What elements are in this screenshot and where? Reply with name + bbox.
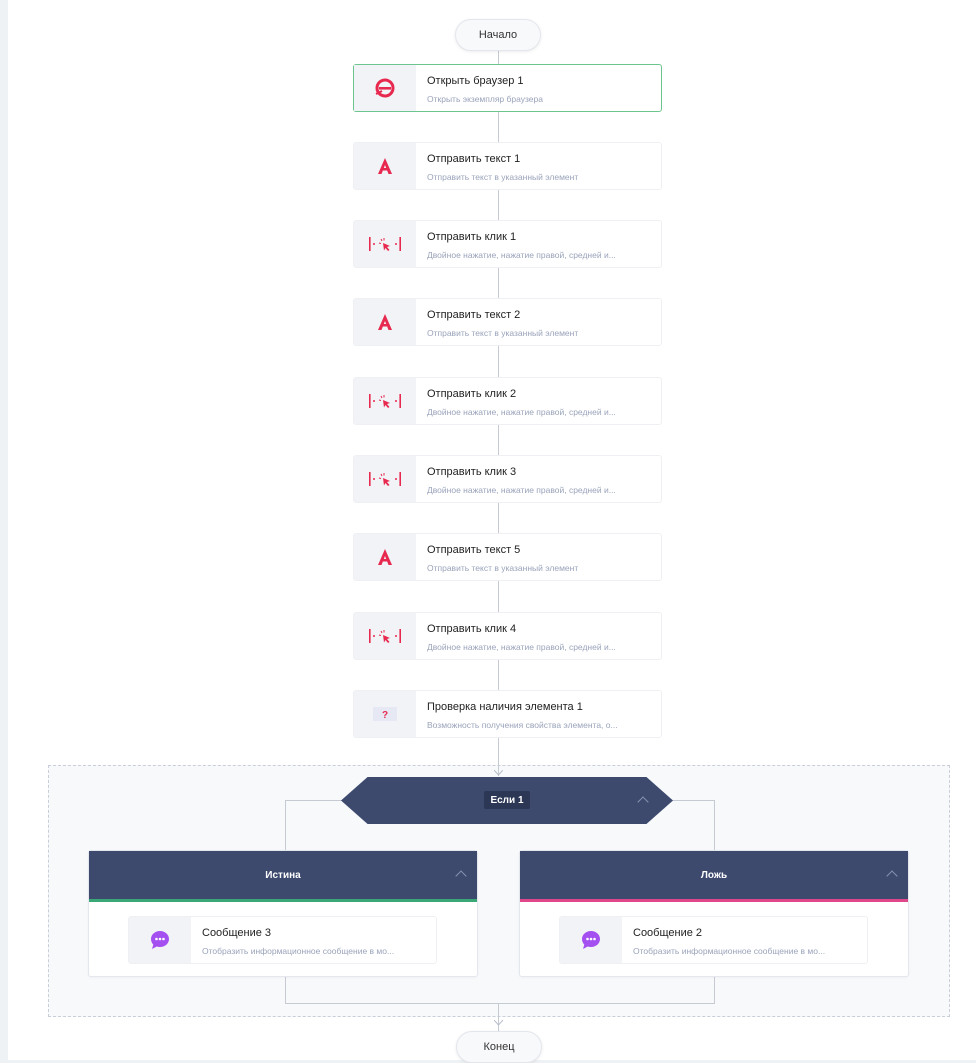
node-description: Двойное нажатие, нажатие правой, средней… [427,642,616,652]
true-branch-header[interactable]: Истина [89,851,477,899]
end-node[interactable]: Конец [456,1031,542,1063]
true-branch: Истина Сообщение 3 Отобразить информацио… [88,850,478,977]
flow-node-send-click-2[interactable]: Отправить клик 2 Двойное нажатие, нажати… [353,377,662,425]
node-icon-box [354,534,416,580]
collapse-chevron-icon[interactable] [455,870,467,882]
start-label: Начало [478,29,518,41]
false-branch-header[interactable]: Ложь [520,851,908,899]
svg-text:?: ? [382,710,388,721]
node-title: Отправить текст 1 [427,153,521,165]
flow-node-send-text-5[interactable]: Отправить текст 5 Отправить текст в указ… [353,533,662,581]
flow-node-check-element[interactable]: ? Проверка наличия элемента 1 Возможност… [353,690,662,738]
flow-node-send-click-1[interactable]: Отправить клик 1 Двойное нажатие, нажати… [353,220,662,268]
flow-node-open-browser[interactable]: Открыть браузер 1 Открыть экземпляр брау… [353,64,662,112]
flow-canvas: Начало Открыть браузер 1 Открыть экземпл… [8,0,976,1063]
branch-line-right-down [714,800,715,850]
send-click-icon [369,394,401,408]
condition-label: Если 1 [484,791,530,809]
flow-node-message-3[interactable]: Сообщение 3 Отобразить информационное со… [128,916,437,964]
node-description: Возможность получения свойства элемента,… [427,720,618,730]
node-icon-box [354,456,416,502]
node-description: Двойное нажатие, нажатие правой, средней… [427,485,616,495]
merge-line-left [285,977,286,1003]
branch-line-left [285,800,343,801]
collapse-chevron-icon[interactable] [886,870,898,882]
start-node[interactable]: Начало [455,19,541,51]
node-title: Отправить клик 2 [427,388,517,400]
node-icon-box [560,917,622,963]
node-title: Открыть браузер 1 [427,75,524,87]
false-branch: Ложь Сообщение 2 Отобразить информационн… [519,850,909,977]
node-title: Проверка наличия элемента 1 [427,701,583,713]
node-title: Сообщение 2 [633,927,703,939]
merge-line-right [714,977,715,1003]
node-icon-box [354,65,416,111]
send-text-icon [378,314,392,330]
true-branch-label: Истина [265,869,301,881]
branch-line-right [671,800,715,801]
browser-icon [375,78,395,98]
node-icon-box [354,299,416,345]
end-label: Конец [483,1041,515,1053]
arrow-head-icon [494,770,503,776]
node-title: Отправить клик 1 [427,231,517,243]
condition-node[interactable]: Если 1 [341,777,673,824]
node-description: Отобразить информационное сообщение в мо… [633,946,826,956]
flow-node-send-click-3[interactable]: Отправить клик 3 Двойное нажатие, нажати… [353,455,662,503]
node-description: Отправить текст в указанный элемент [427,172,579,182]
send-click-icon [369,472,401,486]
send-text-icon [378,549,392,565]
node-title: Отправить текст 5 [427,544,521,556]
true-branch-accent [89,899,477,902]
merge-line [285,1003,715,1004]
node-icon-box [354,613,416,659]
node-title: Отправить текст 2 [427,309,521,321]
message-icon [151,931,169,949]
flow-node-send-text-1[interactable]: Отправить текст 1 Отправить текст в указ… [353,142,662,190]
false-branch-label: Ложь [700,869,728,881]
false-branch-accent [520,899,908,902]
node-icon-box: ? [354,691,416,737]
node-description: Отправить текст в указанный элемент [427,328,579,338]
arrow-head-icon [494,1020,503,1026]
flow-node-send-text-2[interactable]: Отправить текст 2 Отправить текст в указ… [353,298,662,346]
node-icon-box [354,143,416,189]
message-icon [582,931,600,949]
exit-connector [498,1003,499,1033]
node-description: Двойное нажатие, нажатие правой, средней… [427,407,616,417]
node-description: Открыть экземпляр браузера [427,94,543,104]
node-icon-box [129,917,191,963]
node-description: Отправить текст в указанный элемент [427,563,579,573]
send-click-icon [369,629,401,643]
node-title: Отправить клик 4 [427,623,517,635]
node-description: Двойное нажатие, нажатие правой, средней… [427,250,616,260]
node-icon-box [354,221,416,267]
question-icon: ? [373,707,397,721]
node-title: Отправить клик 3 [427,466,517,478]
collapse-chevron-icon[interactable] [637,796,649,808]
branch-line-left-down [285,800,286,850]
send-text-icon [378,158,392,174]
send-click-icon [369,237,401,251]
flow-node-message-2[interactable]: Сообщение 2 Отобразить информационное со… [559,916,868,964]
node-icon-box [354,378,416,424]
node-title: Сообщение 3 [202,927,272,939]
node-description: Отобразить информационное сообщение в мо… [202,946,395,956]
flow-node-send-click-4[interactable]: Отправить клик 4 Двойное нажатие, нажати… [353,612,662,660]
